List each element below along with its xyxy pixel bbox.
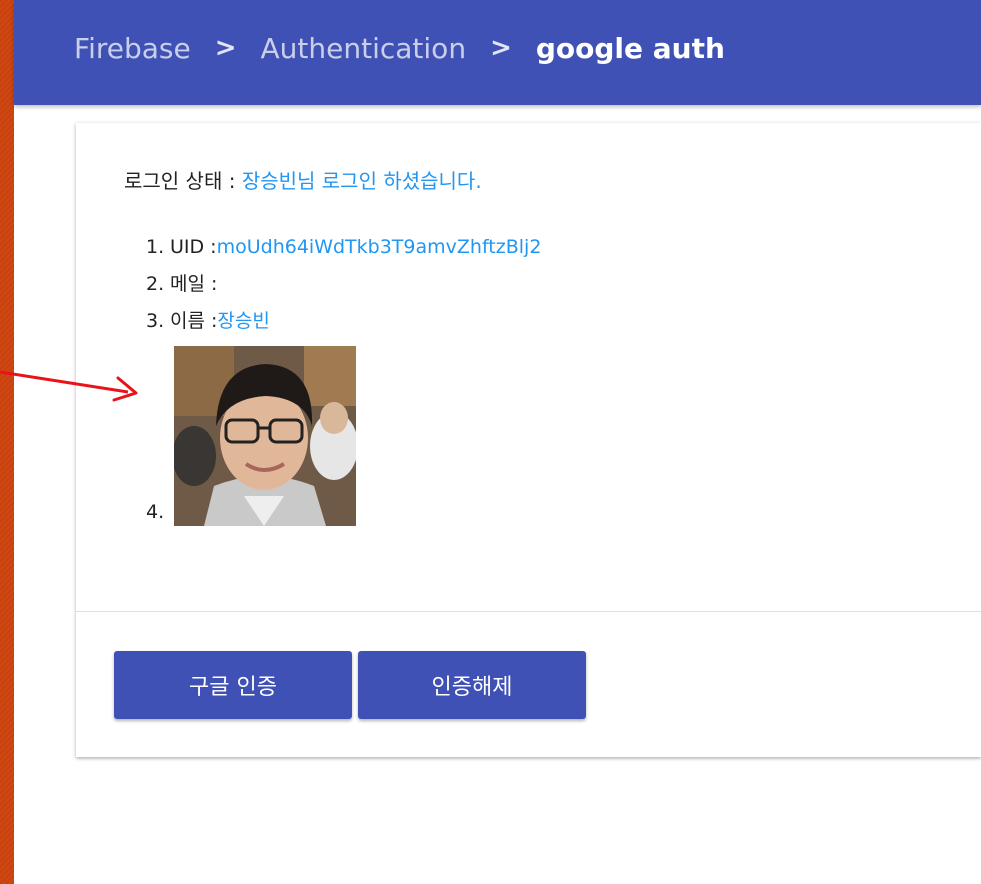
list-number: 4.	[146, 501, 165, 523]
name-label: 이름 :	[170, 310, 218, 332]
card-body: 로그인 상태 : 장승빈님 로그인 하셨습니다. 1. UID : moUdh6…	[76, 123, 981, 611]
list-number: 1.	[146, 236, 165, 258]
user-info-list: 1. UID : moUdh64iWdTkb3T9amvZhftzBlj2 2.…	[146, 233, 541, 526]
login-status-label: 로그인 상태 :	[124, 169, 242, 193]
auth-card: 로그인 상태 : 장승빈님 로그인 하셨습니다. 1. UID : moUdh6…	[76, 123, 981, 757]
list-item-photo: 4.	[146, 344, 541, 526]
breadcrumb-firebase[interactable]: Firebase	[74, 32, 191, 65]
chevron-right-icon: >	[214, 33, 237, 63]
breadcrumb: Firebase > Authentication > google auth	[74, 28, 725, 68]
login-status: 로그인 상태 : 장승빈님 로그인 하셨습니다.	[124, 165, 482, 194]
google-auth-button[interactable]: 구글 인증	[114, 651, 352, 719]
profile-photo-image	[174, 346, 356, 526]
list-number: 3.	[146, 310, 165, 332]
uid-value: moUdh64iWdTkb3T9amvZhftzBlj2	[216, 236, 542, 258]
card-divider	[76, 611, 981, 612]
list-item-name: 3. 이름 : 장승빈	[146, 307, 541, 344]
breadcrumb-authentication[interactable]: Authentication	[261, 32, 467, 65]
login-status-value: 장승빈님 로그인 하셨습니다.	[241, 169, 482, 193]
breadcrumb-current: google auth	[535, 31, 725, 65]
card-actions: 구글 인증 인증해제	[114, 651, 586, 719]
list-item-uid: 1. UID : moUdh64iWdTkb3T9amvZhftzBlj2	[146, 233, 541, 270]
annotation-arrow-icon	[0, 370, 138, 402]
profile-photo	[174, 346, 356, 526]
top-app-bar: Firebase > Authentication > google auth	[14, 0, 981, 105]
sign-out-button[interactable]: 인증해제	[358, 651, 586, 719]
list-number: 2.	[146, 273, 165, 295]
chevron-right-icon: >	[490, 33, 512, 63]
list-item-email: 2. 메일 :	[146, 270, 541, 307]
email-label: 메일 :	[170, 273, 218, 295]
app-frame: Firebase > Authentication > google auth …	[14, 0, 981, 884]
uid-label: UID :	[170, 236, 217, 258]
name-value: 장승빈	[217, 310, 270, 332]
